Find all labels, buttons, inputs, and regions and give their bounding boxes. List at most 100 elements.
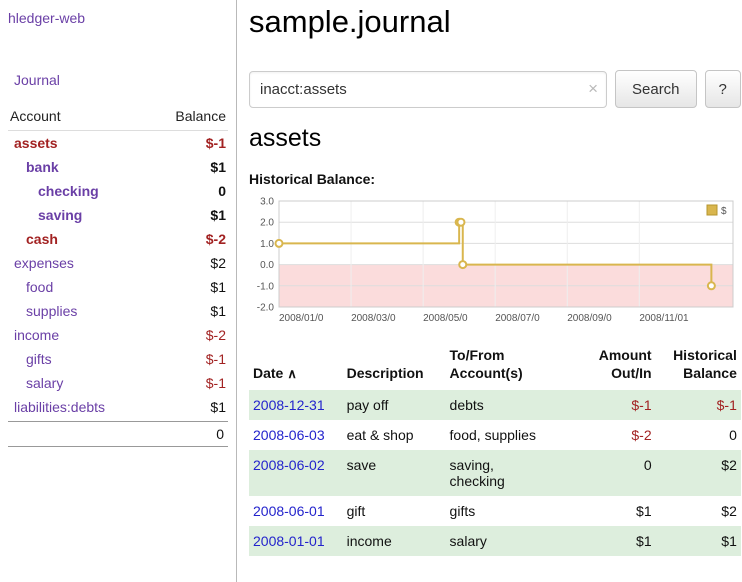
txn-description: income	[343, 526, 446, 556]
txn-date-cell: 2008-06-02	[249, 450, 343, 496]
accounts-total-row: 0	[8, 421, 228, 447]
account-row: liabilities:debts $1	[8, 395, 228, 419]
search-input[interactable]	[249, 71, 607, 108]
svg-text:2008/05/0: 2008/05/0	[423, 313, 468, 324]
txn-accounts: debts	[446, 390, 585, 420]
transaction-row: 2008-06-01 giftgifts$1$2	[249, 496, 741, 526]
historical-balance-chart: 3.02.01.00.0-1.0-2.02008/01/02008/03/020…	[249, 195, 735, 331]
txn-description: eat & shop	[343, 420, 446, 450]
account-link-checking[interactable]: checking	[10, 183, 99, 199]
txn-balance: $2	[656, 450, 741, 496]
txn-description: gift	[343, 496, 446, 526]
svg-text:2008/09/0: 2008/09/0	[567, 313, 612, 324]
transactions-table: Date∧ Description To/FromAccount(s) Amou…	[249, 345, 741, 556]
account-link-saving[interactable]: saving	[10, 207, 82, 223]
svg-text:0.0: 0.0	[260, 260, 274, 271]
clear-search-icon[interactable]: ×	[588, 79, 598, 99]
account-link-assets[interactable]: assets	[10, 135, 58, 151]
txn-date-link[interactable]: 2008-06-02	[253, 457, 325, 473]
sort-ascending-icon: ∧	[287, 366, 297, 381]
account-row: gifts$-1	[8, 347, 228, 371]
account-link-gifts[interactable]: gifts	[10, 351, 52, 367]
account-row: salary $-1	[8, 371, 228, 395]
accounts-header-balance: Balance	[175, 108, 226, 124]
account-balance: $-2	[206, 327, 226, 343]
txn-date-cell: 2008-06-01	[249, 496, 343, 526]
account-heading: assets	[249, 124, 741, 153]
txn-date-link[interactable]: 2008-12-31	[253, 397, 325, 413]
accounts-header-account: Account	[10, 108, 61, 124]
account-link-liabilities:debts[interactable]: liabilities:debts	[10, 399, 105, 415]
txn-date-link[interactable]: 2008-01-01	[253, 533, 325, 549]
txn-date-cell: 2008-12-31	[249, 390, 343, 420]
txn-amount: $-2	[584, 420, 655, 450]
chart-svg: 3.02.01.00.0-1.0-2.02008/01/02008/03/020…	[249, 195, 735, 331]
txn-amount: $1	[584, 496, 655, 526]
account-row: assets$-1	[8, 131, 228, 155]
account-link-food[interactable]: food	[10, 279, 53, 295]
account-balance: $1	[210, 279, 226, 295]
column-header-balance: HistoricalBalance	[656, 345, 741, 390]
search-bar: × Search ?	[249, 70, 741, 108]
account-link-income[interactable]: income	[10, 327, 59, 343]
app-window: hledger-web Journal Account Balance asse…	[0, 0, 742, 582]
account-balance: $-2	[206, 231, 226, 247]
account-balance: 0	[218, 183, 226, 199]
txn-accounts: food, supplies	[446, 420, 585, 450]
account-link-expenses[interactable]: expenses	[10, 255, 74, 271]
account-row: expenses $2	[8, 251, 228, 275]
txn-date-cell: 2008-06-03	[249, 420, 343, 450]
help-button[interactable]: ?	[705, 70, 741, 108]
account-link-supplies[interactable]: supplies	[10, 303, 77, 319]
main-content: sample.journal × Search ? assets Histori…	[237, 0, 742, 582]
journal-nav-link[interactable]: Journal	[14, 72, 228, 88]
sidebar: hledger-web Journal Account Balance asse…	[0, 0, 237, 582]
account-balance: $1	[210, 303, 226, 319]
account-link-cash[interactable]: cash	[10, 231, 58, 247]
svg-text:2.0: 2.0	[260, 218, 274, 229]
search-button[interactable]: Search	[615, 70, 697, 108]
account-balance: $1	[210, 207, 226, 223]
svg-text:2008/07/0: 2008/07/0	[495, 313, 540, 324]
account-row: food $1	[8, 275, 228, 299]
account-balance: $-1	[206, 375, 226, 391]
txn-date-cell: 2008-01-01	[249, 526, 343, 556]
txn-description: save	[343, 450, 446, 496]
svg-text:2008/11/01: 2008/11/01	[639, 313, 689, 324]
txn-date-link[interactable]: 2008-06-03	[253, 427, 325, 443]
txn-balance: $2	[656, 496, 741, 526]
accounts-tree: Account Balance assets$-1bank$1checking0…	[8, 104, 228, 447]
svg-text:$: $	[721, 206, 727, 217]
account-link-salary[interactable]: salary	[10, 375, 63, 391]
transaction-row: 2008-12-31pay offdebts$-1$-1	[249, 390, 741, 420]
svg-text:1.0: 1.0	[260, 239, 274, 250]
svg-text:3.0: 3.0	[260, 197, 274, 208]
txn-accounts: salary	[446, 526, 585, 556]
column-header-amount: AmountOut/In	[584, 345, 655, 390]
transactions-header-row: Date∧ Description To/FromAccount(s) Amou…	[249, 345, 741, 390]
app-title-link[interactable]: hledger-web	[8, 10, 228, 26]
column-header-description: Description	[343, 345, 446, 390]
date-header-label: Date	[253, 365, 283, 381]
account-row: cash $-2	[8, 227, 228, 251]
account-balance: $2	[210, 255, 226, 271]
svg-text:2008/01/0: 2008/01/0	[279, 313, 324, 324]
accounts-rows: assets$-1bank$1checking0saving$1cash$-2e…	[8, 131, 228, 419]
chart-title: Historical Balance:	[249, 171, 741, 187]
transaction-row: 2008-01-01incomesalary$1$1	[249, 526, 741, 556]
svg-text:2008/03/0: 2008/03/0	[351, 313, 396, 324]
txn-date-link[interactable]: 2008-06-01	[253, 503, 325, 519]
account-row: checking 0	[8, 179, 228, 203]
txn-balance: $-1	[656, 390, 741, 420]
search-box: ×	[249, 71, 607, 108]
account-balance: $1	[210, 399, 226, 415]
txn-balance: 0	[656, 420, 741, 450]
account-row: bank$1	[8, 155, 228, 179]
txn-accounts: saving, checking	[446, 450, 585, 496]
txn-accounts: gifts	[446, 496, 585, 526]
accounts-header-row: Account Balance	[8, 104, 228, 131]
column-header-date[interactable]: Date ∧	[249, 345, 343, 390]
txn-description: pay off	[343, 390, 446, 420]
account-link-bank[interactable]: bank	[10, 159, 59, 175]
txn-balance: $1	[656, 526, 741, 556]
